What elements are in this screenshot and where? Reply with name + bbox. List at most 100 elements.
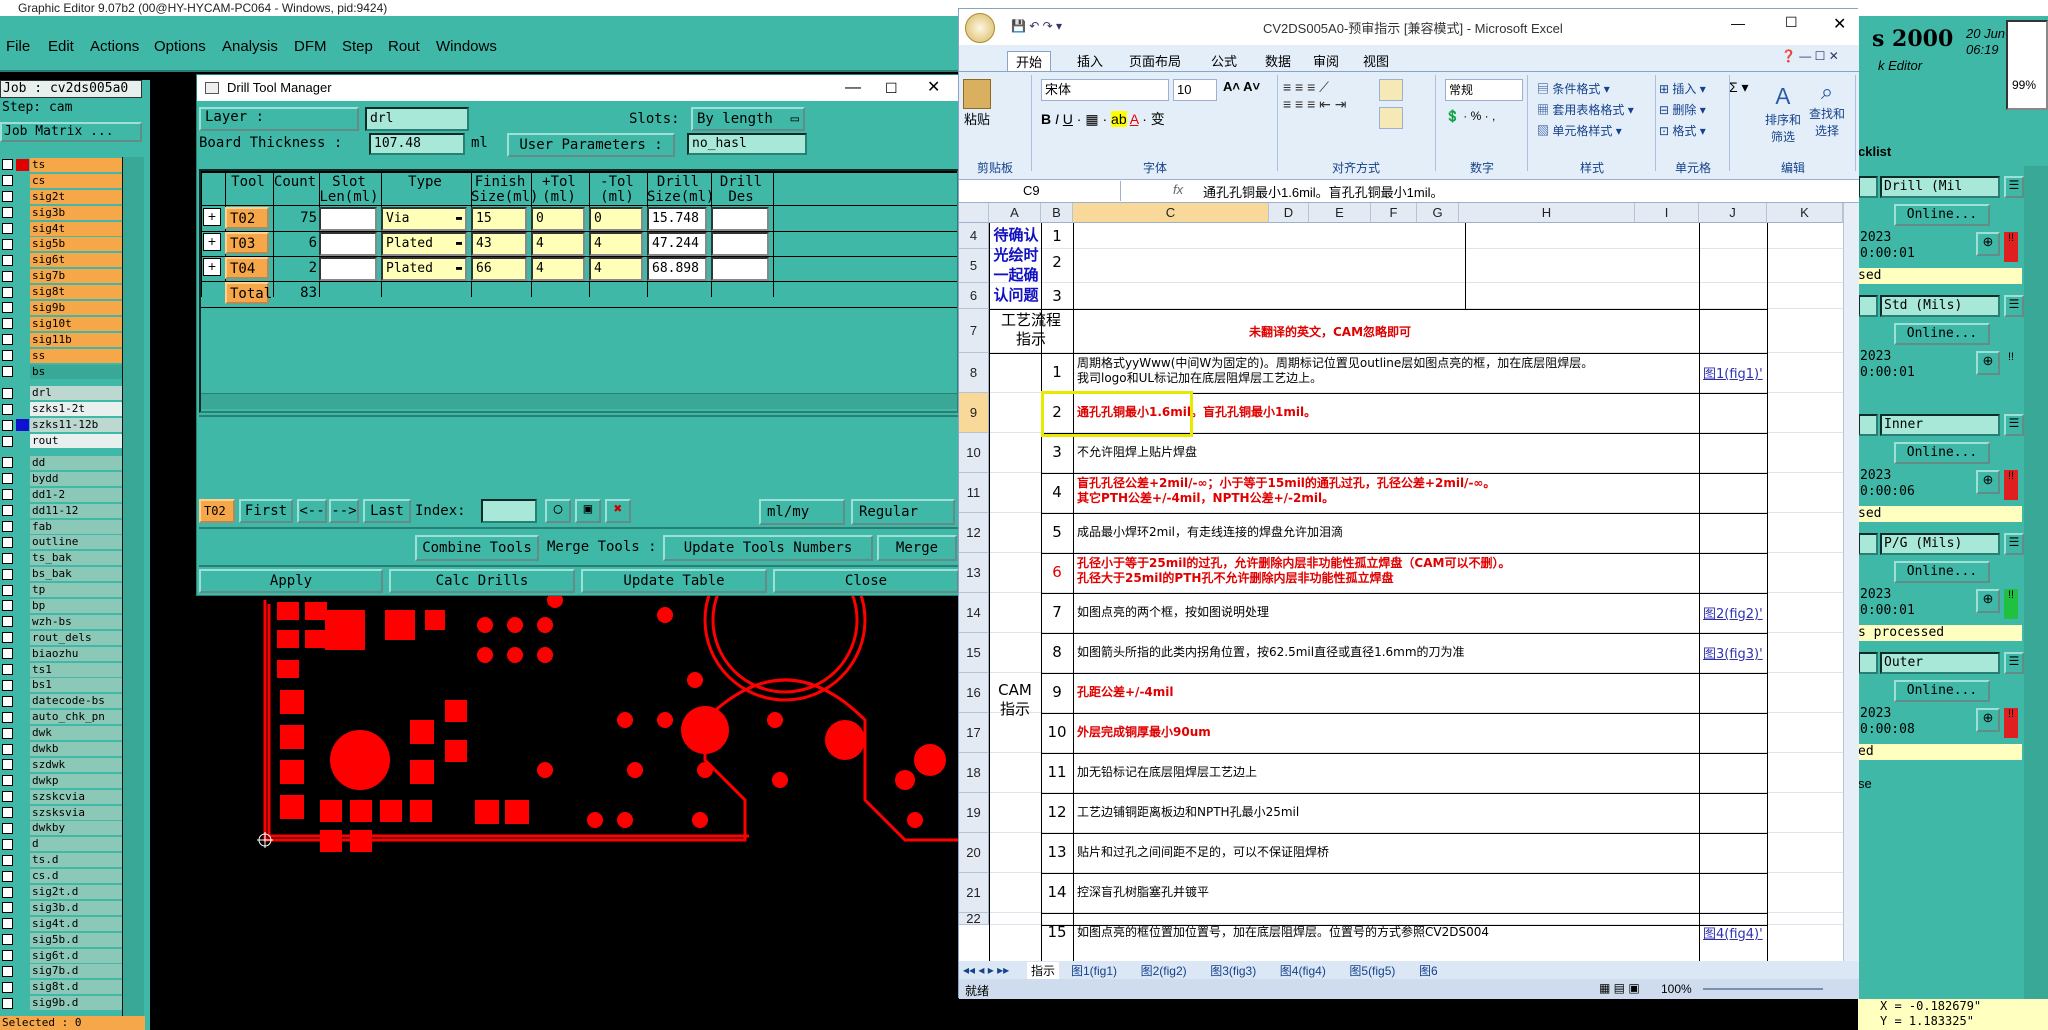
layer-checkbox[interactable] (2, 387, 13, 399)
card-menu-icon[interactable]: ☰ (2004, 414, 2024, 436)
quick-access-icons[interactable]: 💾 ↶ ↷ ▾ (1011, 19, 1062, 33)
layer-row[interactable]: fab (0, 519, 122, 535)
column-header[interactable]: D (1269, 203, 1309, 223)
alignment-buttons[interactable]: ≡ ≡ ≡ ⟋ ≡ ≡ ≡ ⇤ ⇥ (1283, 79, 1381, 135)
zoom-icon[interactable]: ⊕ (1976, 708, 2000, 732)
insert-button[interactable]: ⊞ 插入 ▾ (1659, 79, 1706, 100)
drill-des-input[interactable] (711, 232, 769, 256)
sheet-tab[interactable]: 图3(fig3) (1206, 962, 1260, 979)
font-style-buttons[interactable]: B I U · ▦ · ab A · 变 (1041, 109, 1165, 129)
row-header[interactable]: 11 (959, 473, 989, 513)
layer-checkbox[interactable] (2, 207, 13, 219)
card-menu-icon[interactable]: ☰ (2004, 533, 2024, 555)
layer-checkbox[interactable] (2, 981, 13, 993)
row-header[interactable]: 22 (959, 912, 989, 925)
layer-checkbox[interactable] (2, 254, 13, 266)
checklist-scrollbar[interactable] (2024, 166, 2048, 1026)
layer-checkbox[interactable] (2, 334, 13, 346)
layer-checkbox[interactable] (2, 584, 13, 596)
layer-checkbox[interactable] (2, 600, 13, 612)
layer-checkbox[interactable] (2, 791, 13, 803)
menu-windows[interactable]: Windows (436, 38, 497, 55)
menu-rout[interactable]: Rout (388, 38, 420, 55)
expand-icon[interactable]: + (203, 208, 221, 226)
font-grow-shrink-icons[interactable]: A˄ A˅ (1223, 79, 1260, 94)
layer-checkbox[interactable] (2, 632, 13, 644)
update-table-button[interactable]: Update Table (581, 569, 767, 593)
layer-checkbox[interactable] (2, 270, 13, 282)
slot-len-input[interactable] (319, 232, 377, 256)
layer-checkbox[interactable] (2, 648, 13, 660)
online-button[interactable]: Online... (1894, 323, 1990, 345)
layer-checkbox[interactable] (2, 238, 13, 250)
drill-size-input[interactable]: 47.244 (647, 232, 707, 256)
drill-size-input[interactable]: 15.748 (647, 207, 707, 231)
layer-checkbox[interactable] (2, 552, 13, 564)
delete-button[interactable]: ⊟ 删除 ▾ (1659, 100, 1706, 121)
item-text[interactable]: 如图点亮的框位置加位置号，加在底层阻焊层。位置号的方式参照CV2DS004 (1077, 925, 1697, 940)
layer-checkbox[interactable] (2, 302, 13, 314)
card-menu-icon[interactable]: ☰ (2004, 295, 2024, 317)
help-icons[interactable]: ❓ — ☐ ✕ (1781, 49, 1839, 63)
sheet-tab[interactable]: 图5(fig5) (1345, 962, 1399, 979)
layer-row[interactable]: sig11b (0, 332, 122, 348)
row-header[interactable]: 7 (959, 309, 989, 353)
drill-size-input[interactable]: 68.898 (647, 257, 707, 281)
layer-checkbox[interactable] (2, 536, 13, 548)
next-button[interactable]: --> (329, 499, 359, 523)
layer-checkbox[interactable] (2, 902, 13, 914)
layer-checkbox[interactable] (2, 711, 13, 723)
menu-options[interactable]: Options (154, 38, 206, 55)
layer-row[interactable]: sig5b (0, 236, 122, 252)
type-dropdown[interactable]: Plated ▬ (381, 257, 467, 281)
layer-row[interactable]: sig3b.d (0, 900, 122, 916)
layer-row[interactable]: sig8t (0, 284, 122, 300)
layer-row[interactable]: sig2t (0, 189, 122, 205)
sheet-tab[interactable]: 指示 (1027, 962, 1060, 979)
menu-analysis[interactable]: Analysis (222, 38, 278, 55)
layer-checkbox[interactable] (2, 965, 13, 977)
item-text[interactable]: 贴片和过孔之间间距不足的，可以不保证阻焊桥 (1077, 845, 1697, 860)
checklist-field[interactable]: P/G (Mils) (1880, 533, 2000, 555)
card-checkbox[interactable] (1858, 295, 1878, 317)
layer-row[interactable]: sig10t (0, 316, 122, 332)
layer-row[interactable]: szdwk (0, 757, 122, 773)
name-box[interactable]: C9 (963, 181, 1121, 201)
user-params-field[interactable]: no_hasl (687, 133, 807, 155)
index-field[interactable] (481, 499, 537, 523)
type-dropdown[interactable]: Plated ▬ (381, 232, 467, 256)
online-button[interactable]: Online... (1894, 680, 1990, 702)
layer-row[interactable]: ts_bak (0, 550, 122, 566)
layer-row[interactable]: dwk (0, 725, 122, 741)
column-header[interactable]: E (1309, 203, 1371, 223)
layer-row[interactable]: wzh-bs (0, 614, 122, 630)
card-checkbox[interactable] (1858, 414, 1878, 436)
job-matrix-button[interactable]: Job Matrix ... (0, 122, 142, 142)
ribbon-tab[interactable]: 开始 (1007, 51, 1052, 71)
layer-row[interactable]: ts (0, 157, 122, 173)
layer-checkbox[interactable] (2, 838, 13, 850)
row-header[interactable]: 8 (959, 353, 989, 393)
layer-row[interactable]: sig7b.d (0, 964, 122, 980)
slot-len-input[interactable] (319, 207, 377, 231)
checklist-field[interactable]: Outer (1880, 652, 2000, 674)
layer-row[interactable]: tp (0, 582, 122, 598)
layer-row[interactable]: dd11-12 (0, 503, 122, 519)
column-header[interactable]: G (1417, 203, 1459, 223)
merge-cells-icon[interactable] (1379, 107, 1403, 129)
zoom-slider[interactable] (1703, 988, 1823, 990)
row-header[interactable]: 19 (959, 793, 989, 833)
close-button[interactable]: Close (773, 569, 959, 593)
layer-row[interactable]: szks1-2t (0, 401, 122, 417)
minus-tol-input[interactable]: 4 (589, 232, 643, 256)
row-header[interactable]: 12 (959, 513, 989, 553)
combine-tools-button[interactable]: Combine Tools (415, 535, 539, 561)
layer-checkbox[interactable] (2, 950, 13, 962)
layer-checkbox[interactable] (2, 191, 13, 203)
menu-dfm[interactable]: DFM (294, 38, 327, 55)
row-header[interactable]: 13 (959, 553, 989, 593)
cell-style-button[interactable]: ▧ 单元格样式 ▾ (1537, 121, 1634, 142)
layer-row[interactable]: rout (0, 433, 122, 449)
item-text[interactable]: 成品最小焊环2mil，有走线连接的焊盘允许加泪滴 (1077, 525, 1697, 540)
layer-checkbox[interactable] (2, 318, 13, 330)
